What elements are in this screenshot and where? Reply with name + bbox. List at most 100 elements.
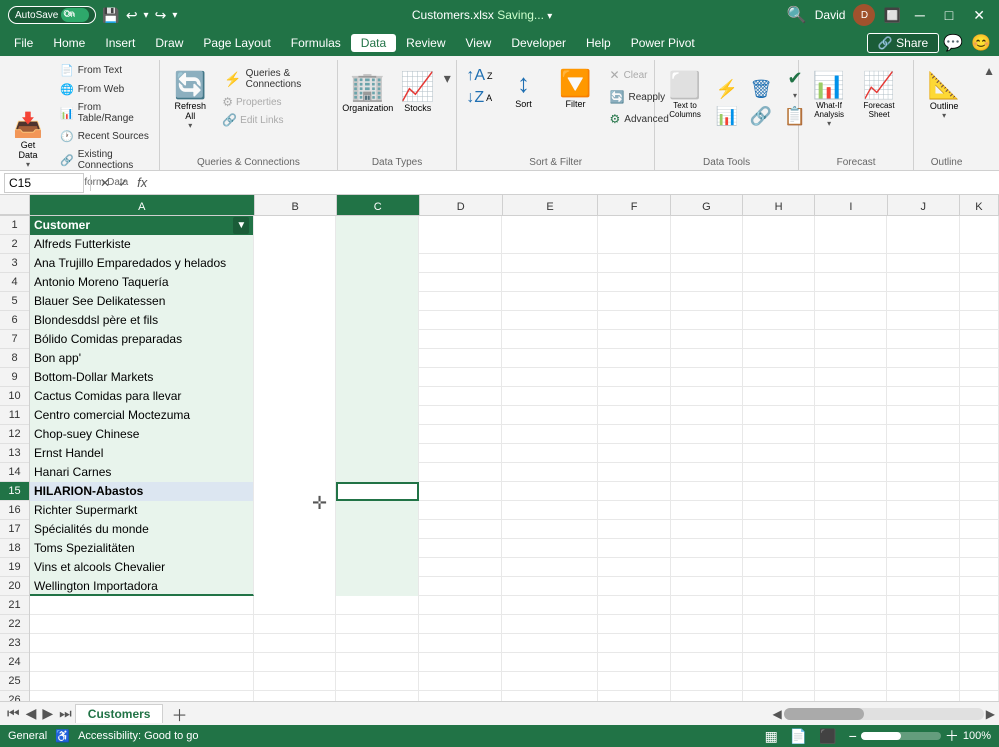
organization-btn[interactable]: 🏢 Organization (344, 66, 392, 117)
cell-k18[interactable] (960, 539, 999, 558)
cell-b19[interactable] (254, 558, 336, 577)
row-12[interactable]: 12 (0, 425, 29, 444)
cell-e5[interactable] (502, 292, 598, 311)
sort-descending-btn[interactable]: ↓Z A (463, 88, 495, 108)
cell-d10[interactable] (419, 387, 502, 406)
cell-f10[interactable] (598, 387, 670, 406)
cell-d11[interactable] (419, 406, 502, 425)
cell-f7[interactable] (598, 330, 670, 349)
cell-h1[interactable] (743, 216, 815, 235)
page-layout-view-btn[interactable]: 📄 (790, 728, 807, 745)
cell-e16[interactable] (502, 501, 598, 520)
cell-i15[interactable] (815, 482, 887, 501)
cell-c12[interactable] (336, 425, 419, 444)
cell-i18[interactable] (815, 539, 887, 558)
cell-a11[interactable]: Centro comercial Moctezuma (30, 406, 254, 425)
cell-k3[interactable] (960, 254, 999, 273)
cell-d9[interactable] (419, 368, 502, 387)
cell-d4[interactable] (419, 273, 502, 292)
cell-b5[interactable] (254, 292, 336, 311)
cell-h11[interactable] (743, 406, 815, 425)
from-web-btn[interactable]: 🌐 From Web (54, 81, 155, 98)
cell-f19[interactable] (598, 558, 670, 577)
cell-h7[interactable] (743, 330, 815, 349)
cell-c4[interactable] (336, 273, 419, 292)
cell-j9[interactable] (887, 368, 959, 387)
stocks-btn[interactable]: 📈 Stocks (394, 66, 442, 117)
cell-e18[interactable] (502, 539, 598, 558)
cell-j13[interactable] (887, 444, 959, 463)
menu-view[interactable]: View (456, 34, 502, 52)
cell-b7[interactable] (254, 330, 336, 349)
row-2[interactable]: 2 (0, 235, 29, 254)
cell-i5[interactable] (815, 292, 887, 311)
cell-c1[interactable] (336, 216, 419, 235)
cell-f3[interactable] (598, 254, 670, 273)
row-21[interactable]: 21 (0, 596, 29, 615)
cell-j18[interactable] (887, 539, 959, 558)
cell-f15[interactable] (598, 482, 670, 501)
cell-h2[interactable] (743, 235, 815, 254)
collapse-ribbon-btn[interactable]: ▲ (979, 60, 999, 82)
cell-g15[interactable] (671, 482, 743, 501)
cell-a23[interactable] (30, 634, 254, 653)
sort-btn[interactable]: ↕ Sort (500, 64, 548, 113)
horizontal-scrollbar[interactable]: ◀ ▶ (773, 707, 995, 721)
cell-a18[interactable]: Toms Spezialitäten (30, 539, 254, 558)
col-header-c[interactable]: C (337, 195, 420, 215)
text-to-columns-btn[interactable]: ⬜ Text toColumns (661, 66, 709, 123)
cell-a20[interactable]: Wellington Importadora (30, 577, 254, 596)
cell-i20[interactable] (815, 577, 887, 596)
cell-k10[interactable] (960, 387, 999, 406)
col-header-a[interactable]: A (30, 195, 255, 215)
cell-i16[interactable] (815, 501, 887, 520)
col-header-d[interactable]: D (420, 195, 503, 215)
cell-e17[interactable] (502, 520, 598, 539)
cell-d7[interactable] (419, 330, 502, 349)
cell-a9[interactable]: Bottom-Dollar Markets (30, 368, 254, 387)
cell-d15[interactable] (419, 482, 502, 501)
cell-g19[interactable] (671, 558, 743, 577)
cell-b11[interactable] (254, 406, 336, 425)
zoom-thumb[interactable] (861, 732, 901, 740)
ribbon-display-icon[interactable]: 🔲 (883, 7, 900, 24)
cell-f4[interactable] (598, 273, 670, 292)
row-4[interactable]: 4 (0, 273, 29, 292)
cell-c3[interactable] (336, 254, 419, 273)
row-17[interactable]: 17 (0, 520, 29, 539)
flash-fill-btn[interactable]: ⚡ (711, 66, 743, 102)
cell-d14[interactable] (419, 463, 502, 482)
add-sheet-btn[interactable]: ＋ (165, 702, 193, 726)
cell-h18[interactable] (743, 539, 815, 558)
cell-f6[interactable] (598, 311, 670, 330)
cell-g9[interactable] (671, 368, 743, 387)
cell-j14[interactable] (887, 463, 959, 482)
cell-e9[interactable] (502, 368, 598, 387)
cell-h10[interactable] (743, 387, 815, 406)
maximize-btn[interactable]: □ (939, 5, 959, 25)
undo-dropdown-icon[interactable]: ▾ (144, 10, 149, 21)
cell-f9[interactable] (598, 368, 670, 387)
cell-i13[interactable] (815, 444, 887, 463)
cell-f5[interactable] (598, 292, 670, 311)
cell-c13[interactable] (336, 444, 419, 463)
cell-k1[interactable] (960, 216, 999, 235)
forecast-sheet-btn[interactable]: 📈 ForecastSheet (855, 66, 903, 123)
cell-c19[interactable] (336, 558, 419, 577)
cell-f11[interactable] (598, 406, 670, 425)
menu-file[interactable]: File (4, 34, 43, 52)
cell-a19[interactable]: Vins et alcools Chevalier (30, 558, 254, 577)
refresh-all-btn[interactable]: 🔄 RefreshAll ▾ (166, 66, 214, 134)
cell-g3[interactable] (671, 254, 743, 273)
autosave-toggle[interactable]: On (61, 8, 89, 22)
cell-a2[interactable]: Alfreds Futterkiste (30, 235, 254, 254)
cell-i12[interactable] (815, 425, 887, 444)
menu-home[interactable]: Home (43, 34, 95, 52)
sheet-tab-customers[interactable]: Customers (75, 704, 164, 723)
cell-h13[interactable] (743, 444, 815, 463)
cell-b17[interactable] (254, 520, 336, 539)
cell-b1[interactable] (254, 216, 336, 235)
row-8[interactable]: 8 (0, 349, 29, 368)
cell-c17[interactable] (336, 520, 419, 539)
cell-b10[interactable] (254, 387, 336, 406)
